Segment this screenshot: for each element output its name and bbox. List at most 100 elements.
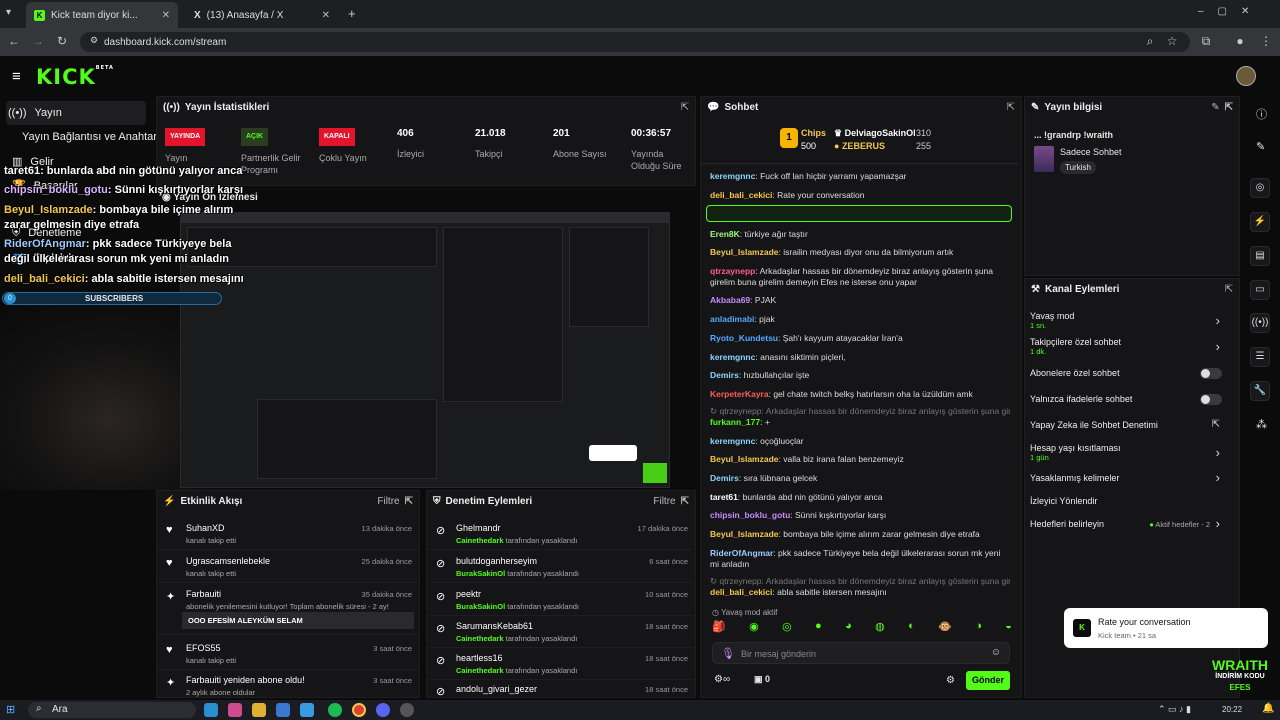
tab-kick[interactable]: K Kick team diyor ki... ✕ [26,2,178,28]
chat-message[interactable]: taret61: bunlarda abd nin götünü yalıyor… [710,492,1010,503]
tab-search-icon[interactable]: ▾ [6,7,11,18]
close-tab-icon[interactable]: ✕ [162,10,170,21]
profile-icon[interactable]: ● [1232,34,1248,48]
site-info-icon[interactable]: ⚙ [86,35,102,46]
chat-username[interactable]: Eren8K [710,229,740,239]
taskbar-app-icon[interactable] [300,703,314,717]
chat-username[interactable]: furkann_177 [710,417,760,427]
emote-icon[interactable]: 🐵 [938,620,952,638]
chat-username[interactable]: chipsin_boklu_gotu [710,510,790,520]
popout-icon[interactable]: ⇱ [681,496,689,507]
chat-username[interactable]: KerpeterKayra [710,389,769,399]
reload-icon[interactable]: ↻ [54,34,70,48]
chat-message[interactable]: keremgnnc: Fuck off lan hiçbir yarramı y… [710,171,1010,182]
lightning-icon[interactable]: ⚡ [1250,212,1270,232]
action-ai-moderation[interactable]: Yapay Zeka ile Sohbet Denetimi ⇱ [1030,419,1230,434]
list-icon[interactable]: ☰ [1250,347,1270,367]
emote-icon[interactable]: ◕ [845,620,852,638]
window-controls[interactable]: –▢✕ [1198,6,1263,17]
taskbar-app-icon[interactable] [252,703,266,717]
chat-icon[interactable]: ▭ [1250,280,1270,300]
windows-icon[interactable]: ⊞ [6,703,15,716]
chat-message[interactable]: Demirs: sıra lübnana gelcek [710,473,1010,484]
document-icon[interactable]: ▤ [1250,246,1270,266]
chrome-icon[interactable] [352,703,366,717]
emote-icon[interactable]: ◑ [975,620,982,638]
notifications-icon[interactable]: 🔔 [1262,703,1274,714]
chat-message[interactable]: Akbaba69: PJAK [710,295,1010,306]
extensions-icon[interactable]: ⧉ [1198,34,1214,49]
chat-username[interactable]: anladimabi [710,314,754,324]
chat-username[interactable]: keremgnnc [710,436,755,446]
chat-username[interactable]: keremgnnc [710,171,755,181]
tab-x[interactable]: X (13) Anasayfa / X ✕ [186,2,338,28]
chat-message[interactable]: Eren8K: türkiye ağır taştır [710,229,1010,240]
chat-message[interactable]: keremgnnc: oçoğluoçlar [710,436,1010,447]
emote-icon[interactable]: ◒ [1005,620,1012,638]
popout-icon[interactable]: ⇱ [1007,102,1015,113]
chat-message[interactable]: RiderOfAngmar: pkk sadece Türkiyeye bela… [710,548,1010,570]
zoom-icon[interactable]: ⌕ [1142,34,1158,49]
nav-item-stream-key[interactable]: Yayın Bağlantısı ve Anahtarı [22,131,162,143]
popout-icon[interactable]: ⇱ [1225,284,1233,295]
new-tab-icon[interactable]: + [348,6,356,21]
chat-message[interactable]: keremgnnc: anasını siktimin piçleri, [710,352,1010,363]
back-icon[interactable]: ← [6,34,22,48]
kick-logo[interactable]: KICKBETA [36,65,114,89]
chat-username[interactable]: Akbaba69 [710,295,750,305]
emote-icon[interactable]: 🎒 [712,620,726,638]
action-banned-words[interactable]: Yasaklanmış kelimeler › [1030,470,1230,487]
info-icon[interactable]: ⓘ [1256,106,1267,122]
wrench-icon[interactable]: 🔧 [1250,381,1270,401]
chat-message[interactable]: Beyul_Islamzade: valla biz irana falan b… [710,454,1010,465]
emote-icon[interactable]: ◍ [875,620,885,638]
chat-username[interactable]: Demirs [710,370,739,380]
emote-only-toggle[interactable] [1200,394,1222,405]
taskbar-app-icon[interactable] [204,703,218,717]
chat-settings-icon[interactable]: ⚙∞ [714,674,730,685]
chat-reply-preview[interactable]: ↻ qtrzeynepp: Arkadaşlar hassas bir döne… [710,576,1010,587]
chat-message[interactable]: deli_bali_cekici: Rate your conversation [710,190,1010,201]
taskbar-app-icon[interactable] [400,703,414,717]
chat-username[interactable]: Beyul_Islamzade [710,529,779,539]
forward-icon[interactable]: → [30,34,46,48]
nav-item-yayin[interactable]: ((•)) Yayın [8,107,148,119]
chat-message[interactable]: Beyul_Islamzade: bombaya bile içime alır… [710,529,1010,540]
chat-input[interactable]: 🎙 Bir mesaj gönderin ☺ [712,642,1010,664]
chat-username[interactable]: deli_bali_cekici [710,190,772,200]
bookmark-icon[interactable]: ☆ [1164,34,1180,48]
chat-message[interactable]: Beyul_Islamzade: israilin medyası diyor … [710,247,1010,258]
emote-icon[interactable]: ◐ [908,620,915,638]
popout-icon[interactable]: ⇱ [1225,102,1233,113]
chat-message[interactable]: anladimabi: pjak [710,314,1010,325]
chat-username[interactable]: Demirs [710,473,739,483]
emote-icon[interactable]: ◉ [749,620,759,638]
emote-icon[interactable]: ◎ [782,620,792,638]
spotify-icon[interactable] [328,703,342,717]
gear-icon[interactable]: ⚙ [946,675,955,686]
notification-toast[interactable]: K Rate your conversation Kick team • 21 … [1064,608,1268,648]
popout-icon[interactable]: ⇱ [405,496,413,507]
chat-username[interactable]: Beyul_Islamzade [710,247,779,257]
chat-username[interactable]: RiderOfAngmar [710,548,773,558]
taskbar-search[interactable]: ⌕ Ara [28,702,196,718]
action-followers-only[interactable]: Takipçilere özel sohbet 1 dk. › [1030,337,1230,359]
chat-username[interactable]: taret61 [710,492,738,502]
edit-icon[interactable]: ✎ [1211,102,1219,113]
emote-bar[interactable]: 🎒 ◉ ◎ ● ◕ ◍ ◐ 🐵 ◑ ◒ [712,620,1012,638]
chat-message[interactable]: furkann_177: + [710,417,1010,428]
chat-reply-preview[interactable]: ↻ qtrzeynepp: Arkadaşlar hassas bir döne… [710,406,1010,417]
chat-username[interactable]: keremgnnc [710,352,755,362]
chat-message[interactable]: qtrzaynepp: Arkadaşlar hassas bir dönemd… [710,266,1010,288]
filter-button[interactable]: Filtre [377,496,399,507]
chat-username[interactable]: deli_bali_cekici [710,587,772,597]
emote-icon[interactable]: ● [815,620,822,638]
action-host[interactable]: İzleyici Yönlendir [1030,496,1230,510]
share-icon[interactable]: ⁂ [1256,418,1267,431]
pencil-icon[interactable]: ✎ [1256,140,1265,153]
chat-username[interactable]: Beyul_Islamzade [710,454,779,464]
mic-icon[interactable]: 🎙 [721,647,735,660]
send-button[interactable]: Gönder [966,671,1010,690]
action-subs-only[interactable]: Abonelere özel sohbet [1030,368,1230,382]
chat-username[interactable]: Ryoto_Kundetsu [710,333,778,343]
